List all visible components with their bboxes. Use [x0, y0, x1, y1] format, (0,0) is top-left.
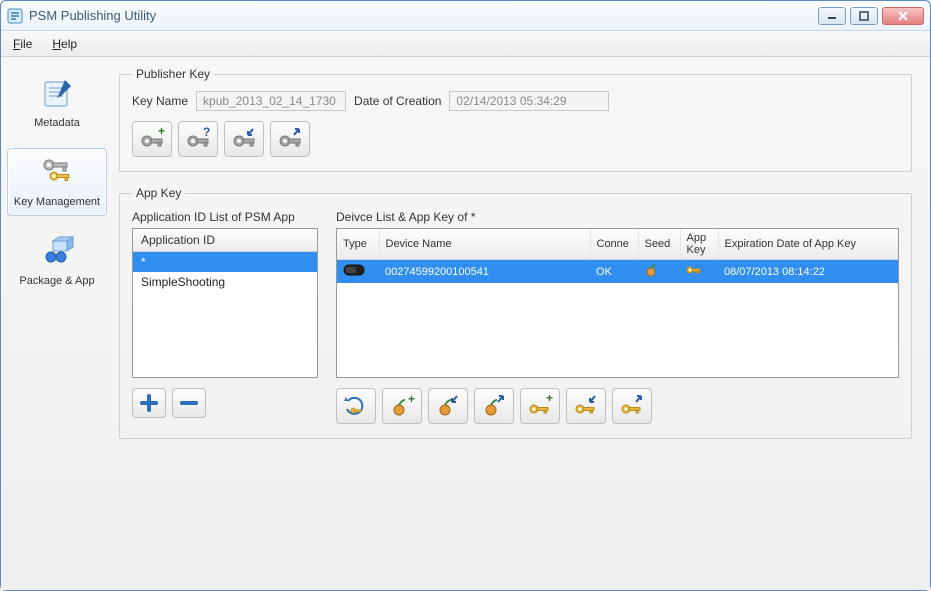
cell-type-icon [337, 260, 379, 284]
menu-file[interactable]: File [13, 37, 32, 51]
svg-text:+: + [546, 394, 553, 405]
cell-expiry: 08/07/2013 08:14:22 [718, 260, 898, 284]
publisher-key-group: Publisher Key Key Name Date of Creation … [119, 67, 912, 172]
key-name-label: Key Name [132, 94, 188, 108]
cell-seed-icon [638, 260, 680, 284]
cell-conn: OK [590, 260, 638, 284]
package-icon [37, 233, 77, 270]
key-name-field [196, 91, 346, 111]
sidebar: Metadata Key Management [1, 57, 113, 590]
appkey-export-button[interactable] [612, 388, 652, 424]
seed-add-button[interactable]: + [382, 388, 422, 424]
menu-help[interactable]: Help [52, 37, 77, 51]
publisher-key-legend: Publisher Key [132, 67, 214, 81]
notepad-icon [37, 76, 77, 113]
sidebar-item-package-app[interactable]: Package & App [7, 226, 107, 295]
refresh-keys-button[interactable] [336, 388, 376, 424]
app-key-legend: App Key [132, 186, 185, 200]
remove-app-id-button[interactable] [172, 388, 206, 418]
add-app-id-button[interactable] [132, 388, 166, 418]
col-type[interactable]: Type [337, 229, 379, 260]
maximize-button[interactable] [850, 7, 878, 25]
cell-appkey-icon [680, 260, 718, 284]
table-row[interactable]: 00274599200100541 OK 08/07/201 [337, 260, 898, 284]
sidebar-item-key-management[interactable]: Key Management [7, 148, 107, 217]
window-title: PSM Publishing Utility [29, 8, 818, 23]
app-icon [7, 8, 23, 24]
close-button[interactable] [882, 7, 924, 25]
minimize-button[interactable] [818, 7, 846, 25]
col-seed[interactable]: Seed [638, 229, 680, 260]
app-key-group: App Key Application ID List of PSM App A… [119, 186, 912, 439]
svg-text:+: + [408, 394, 415, 406]
key-info-button[interactable]: ? [178, 121, 218, 157]
col-device-name[interactable]: Device Name [379, 229, 590, 260]
list-item[interactable]: * [133, 252, 317, 272]
app-id-listbox[interactable]: Application ID * SimpleShooting [132, 228, 318, 378]
keys-icon [37, 155, 77, 192]
app-id-header: Application ID [133, 229, 317, 252]
date-of-creation-field [449, 91, 609, 111]
seed-export-button[interactable] [474, 388, 514, 424]
sidebar-item-metadata[interactable]: Metadata [7, 69, 107, 138]
device-list-label: Deivce List & App Key of * [336, 210, 899, 224]
list-item[interactable]: SimpleShooting [133, 272, 317, 292]
col-expiry[interactable]: Expiration Date of App Key [718, 229, 898, 260]
sidebar-item-label: Package & App [19, 275, 94, 288]
titlebar: PSM Publishing Utility [1, 1, 930, 31]
key-add-button[interactable]: + [132, 121, 172, 157]
device-grid[interactable]: Type Device Name Conne Seed App Key Expi… [336, 228, 899, 378]
key-import-button[interactable] [224, 121, 264, 157]
svg-text:?: ? [203, 127, 210, 139]
col-app-key[interactable]: App Key [680, 229, 718, 260]
date-of-creation-label: Date of Creation [354, 94, 441, 108]
seed-import-button[interactable] [428, 388, 468, 424]
content-area: Metadata Key Management [1, 57, 930, 590]
app-id-list-label: Application ID List of PSM App [132, 210, 318, 224]
appkey-add-button[interactable]: + [520, 388, 560, 424]
menubar: File Help [1, 31, 930, 57]
main-panel: Publisher Key Key Name Date of Creation … [113, 57, 930, 590]
window-controls [818, 7, 924, 25]
cell-device-name: 00274599200100541 [379, 260, 590, 284]
sidebar-item-label: Key Management [14, 196, 100, 209]
svg-text:+: + [158, 127, 165, 138]
app-window: PSM Publishing Utility File Help Metadat… [0, 0, 931, 591]
key-export-button[interactable] [270, 121, 310, 157]
appkey-import-button[interactable] [566, 388, 606, 424]
col-conn[interactable]: Conne [590, 229, 638, 260]
sidebar-item-label: Metadata [34, 117, 80, 130]
